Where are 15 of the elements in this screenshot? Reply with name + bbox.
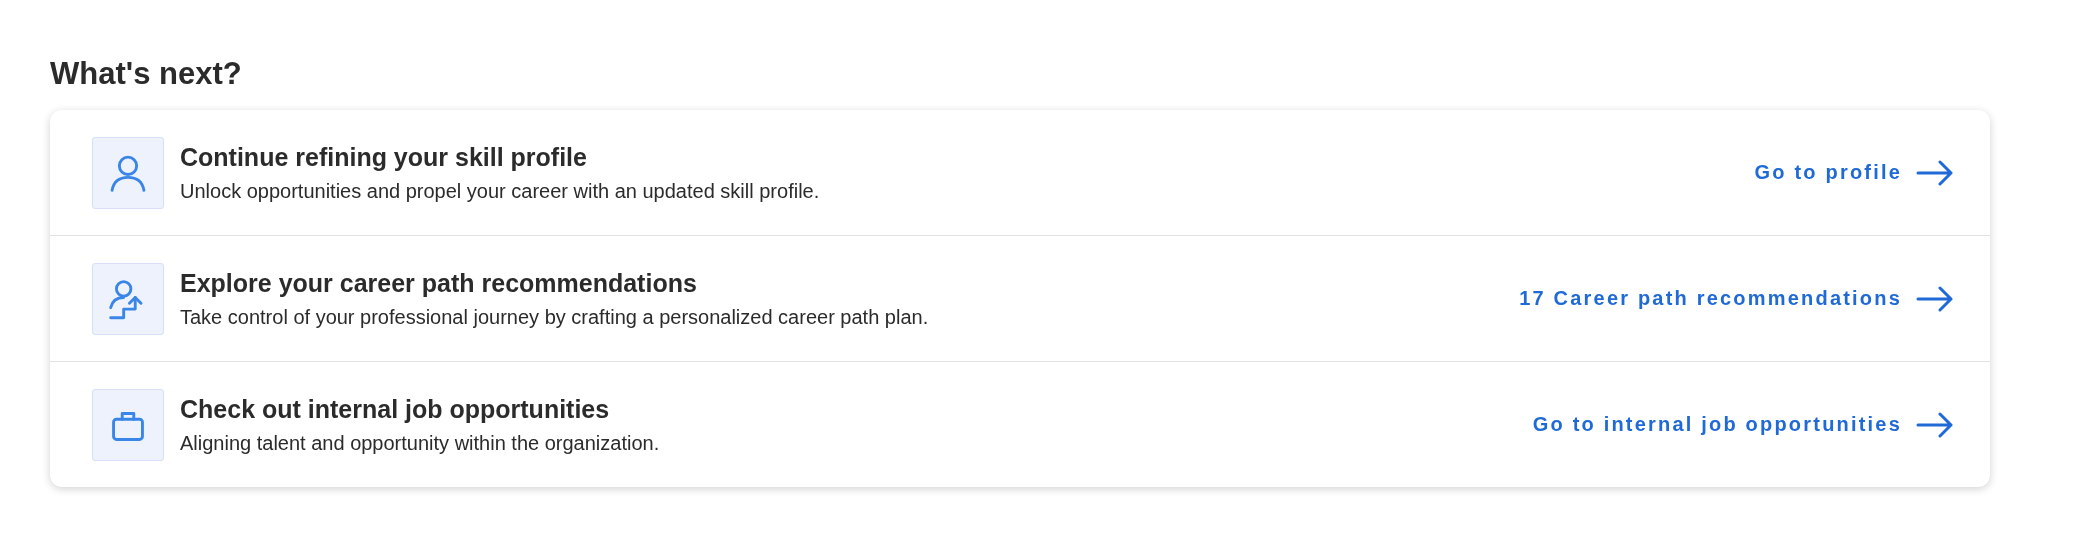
item-title: Continue refining your skill profile — [180, 142, 588, 172]
item-description: Aligning talent and opportunity within the organization. — [180, 431, 661, 455]
arrow-icon — [1916, 159, 1954, 186]
action-link[interactable]: Go to internal job opportunities — [1532, 411, 1954, 438]
section-heading: What's next? — [50, 56, 243, 92]
arrow-icon — [1916, 411, 1954, 438]
arrow-icon — [1916, 285, 1954, 312]
item-title: Check out internal job opportunities — [180, 394, 611, 424]
item-description: Unlock opportunities and propel your career with an updated skill profile. — [180, 179, 821, 203]
item-description: Take control of your professional journey by crafting a personalized career path plan. — [180, 305, 930, 329]
item-title: Explore your career path recommendations — [180, 268, 698, 298]
action-link[interactable]: Go to profile — [1754, 159, 1954, 186]
action-link[interactable]: 17 Career path recommendations — [1519, 285, 1954, 312]
person-icon — [92, 136, 164, 209]
briefcase-icon — [92, 388, 164, 461]
